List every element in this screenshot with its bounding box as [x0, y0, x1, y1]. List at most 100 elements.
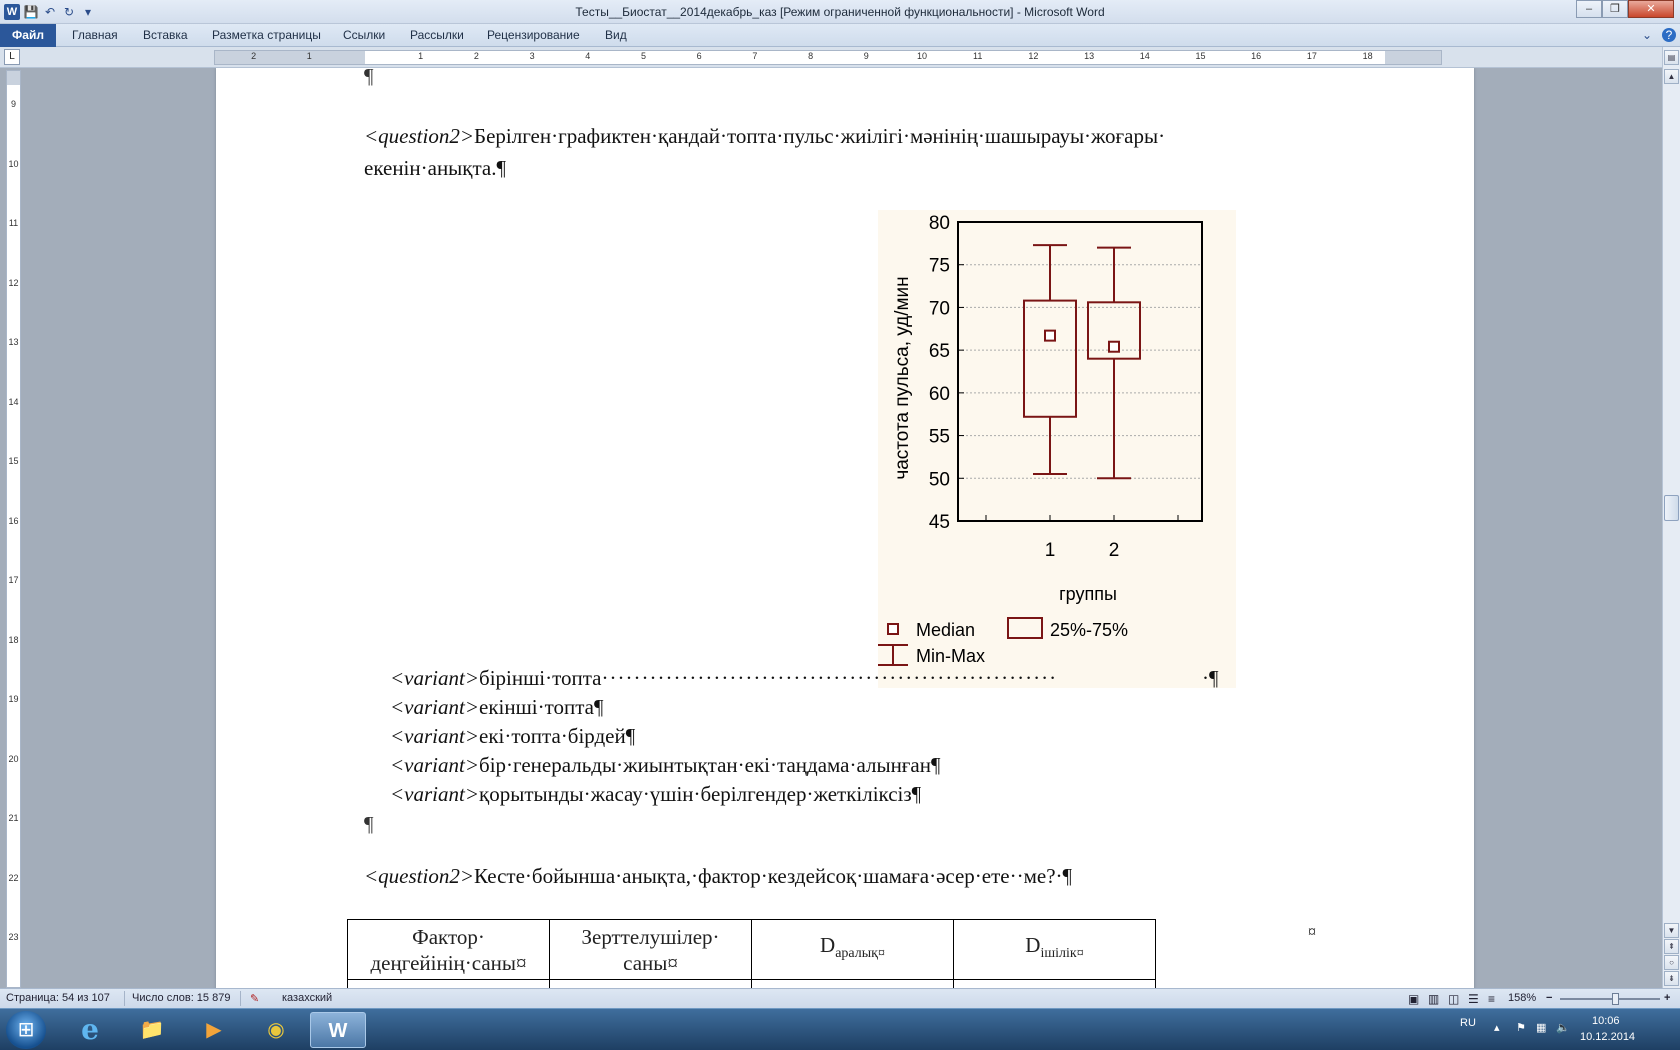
document-language[interactable]: казахский [282, 992, 332, 1004]
ruler-number: 15 [1195, 51, 1206, 61]
header-text: саны¤ [623, 950, 678, 975]
word-taskbar-icon[interactable]: W [310, 1012, 366, 1048]
table-header-cell[interactable]: Зерттелушілер· саны¤ [549, 919, 752, 980]
question-tag: <question2> [364, 124, 475, 148]
iqr-box [1023, 299, 1077, 418]
tab-view[interactable]: Вид [605, 28, 627, 42]
ruler-number: 2 [473, 51, 479, 61]
data-table[interactable]: Фактор· деңгейінің·саны¤ Зерттелушілер· са… [347, 919, 1156, 988]
tab-stop-selector[interactable]: L [4, 49, 20, 65]
y-tick-label: 70 [929, 298, 950, 319]
clock-date[interactable]: 10.12.2014 [1580, 1031, 1635, 1043]
ruler-number: 7 [752, 51, 758, 61]
y-tick-label: 45 [929, 512, 950, 533]
restore-button[interactable]: ❐ [1602, 0, 1628, 18]
close-button[interactable]: ✕ [1628, 0, 1674, 18]
next-page-button[interactable]: ⇟ [1664, 971, 1679, 986]
scroll-down-button[interactable]: ▼ [1664, 923, 1679, 938]
boxplot-svg: 45 50 55 60 65 70 75 80 1 2 группы частота пульса, … [878, 213, 1203, 666]
variant-5-text: қорытынды·жасау·үшін·берілгендер·жеткілі… [479, 782, 922, 806]
view-ruler-icon[interactable]: ▤ [1664, 50, 1679, 65]
spelling-check-icon[interactable]: ✎ [250, 992, 259, 1005]
tab-home[interactable]: Главная [72, 28, 118, 42]
variant-4: <variant>бір·генеральды·жиынтықтан·екі·т… [390, 753, 941, 778]
clock-time[interactable]: 10:06 [1592, 1015, 1620, 1027]
variant-3-text: екі·топта·бірдей¶ [479, 724, 636, 748]
boxplot-chart[interactable]: 45 50 55 60 65 70 75 80 1 2 группы частота пульса, … [878, 210, 1236, 688]
outline-view-icon[interactable]: ☰ [1468, 992, 1479, 1006]
x-axis-label: группы [1059, 584, 1117, 604]
ruler-number: 8 [808, 51, 814, 61]
tab-insert[interactable]: Вставка [143, 28, 188, 42]
document-page[interactable]: ¶ <question2>Берілген·графиктен·қандай·т… [216, 68, 1474, 988]
select-browse-object-button[interactable]: ○ [1664, 955, 1679, 970]
empty-paragraph-mark: ¶ [364, 68, 374, 88]
horizontal-ruler[interactable]: 2 1 1 2 3 4 5 6 7 8 9 10 11 12 13 14 15 16 17 18 [214, 50, 1442, 65]
y-tick-label: 75 [929, 256, 950, 277]
zoom-slider[interactable] [1560, 998, 1660, 1000]
input-language[interactable]: RU [1460, 1017, 1476, 1029]
zoom-slider-thumb[interactable] [1612, 993, 1619, 1005]
variant-2-text: екінші·топта¶ [479, 695, 604, 719]
ruler-number: 13 [8, 337, 19, 347]
empty-paragraph-mark: ¶ [364, 812, 374, 836]
tab-mailings[interactable]: Рассылки [410, 28, 464, 42]
ruler-number: 20 [8, 753, 19, 764]
tab-page-layout[interactable]: Разметка страницы [212, 28, 321, 42]
scroll-up-button[interactable]: ▲ [1664, 69, 1679, 84]
help-icon[interactable]: ? [1662, 28, 1676, 42]
page-counter[interactable]: Страница: 54 из 107 [6, 992, 110, 1004]
volume-icon[interactable]: 🔈 [1556, 1021, 1570, 1034]
start-button[interactable]: ⊞ [6, 1011, 46, 1049]
table-header-cell[interactable]: Dаралық¤ [751, 919, 954, 980]
table-header-cell[interactable]: Dішілік¤ [953, 919, 1156, 980]
question2-text: Кесте·бойынша·анықта,·фактор·кездейсоқ·ш… [474, 864, 1073, 888]
ruler-number: 15 [8, 456, 19, 466]
full-screen-reading-icon[interactable]: ▥ [1428, 992, 1439, 1006]
header-subscript: ішілік¤ [1040, 946, 1084, 962]
tab-references[interactable]: Ссылки [343, 28, 385, 42]
ruler-number: 3 [529, 51, 535, 61]
print-layout-view-icon[interactable]: ▣ [1408, 992, 1419, 1006]
previous-page-button[interactable]: ⇞ [1664, 939, 1679, 954]
draft-view-icon[interactable]: ≡ [1488, 992, 1495, 1006]
table-cell[interactable]: 25 [549, 979, 752, 988]
ruler-number: 10 [8, 158, 19, 169]
ruler-left-margin [215, 51, 365, 64]
variant-tag: <variant> [390, 782, 480, 806]
question1-line1: <question2>Берілген·графиктен·қандай·топ… [364, 124, 1165, 149]
tab-file[interactable]: Файл [0, 24, 56, 47]
web-layout-icon[interactable]: ◫ [1448, 992, 1459, 1006]
median-marker [1044, 329, 1056, 342]
action-center-icon[interactable]: ⚑ [1516, 1021, 1526, 1034]
ruler-number: 18 [1362, 51, 1373, 61]
legend-median-label: Median [916, 620, 975, 640]
table-row: 6 25 566 2055 [347, 979, 1156, 988]
media-player-icon[interactable]: ▶ [186, 1012, 242, 1048]
scrollbar-thumb[interactable] [1664, 495, 1679, 521]
table-header-cell[interactable]: Фактор· деңгейінің·саны¤ [347, 919, 550, 980]
chrome-icon[interactable]: ◉ [248, 1012, 304, 1048]
zoom-out-button[interactable]: − [1546, 992, 1552, 1004]
internet-explorer-icon[interactable]: e [62, 1012, 118, 1048]
minimize-button[interactable]: – [1576, 0, 1602, 18]
zoom-in-button[interactable]: + [1664, 992, 1670, 1004]
table-cell[interactable]: 566 [751, 979, 954, 988]
network-icon[interactable]: ▦ [1536, 1021, 1546, 1034]
ruler-number: 12 [1028, 51, 1039, 61]
document-area[interactable]: ¶ <question2>Берілген·графиктен·қандай·т… [22, 68, 1662, 988]
y-tick-label: 55 [929, 427, 950, 448]
word-count[interactable]: Число слов: 15 879 [132, 992, 230, 1004]
tab-review[interactable]: Рецензирование [487, 28, 580, 42]
variant-1: <variant>бірінші·топта··················… [390, 666, 1057, 691]
file-explorer-icon[interactable]: 📁 [124, 1012, 180, 1048]
minimize-ribbon-icon[interactable]: ⌄ [1642, 28, 1652, 42]
ruler-number: 4 [585, 51, 591, 61]
zoom-level[interactable]: 158% [1508, 992, 1536, 1004]
vertical-ruler[interactable]: 9 10 11 12 13 14 15 16 17 18 19 20 21 22 23 [6, 70, 21, 988]
show-hidden-icons[interactable]: ▴ [1494, 1021, 1500, 1034]
question-tag: <question2> [364, 864, 475, 888]
table-cell[interactable]: 2055 [953, 979, 1156, 988]
table-cell[interactable]: 6 [347, 979, 550, 988]
vertical-scrollbar[interactable]: ▤ ▲ ▼ ⇞ ○ ⇟ [1662, 47, 1680, 988]
